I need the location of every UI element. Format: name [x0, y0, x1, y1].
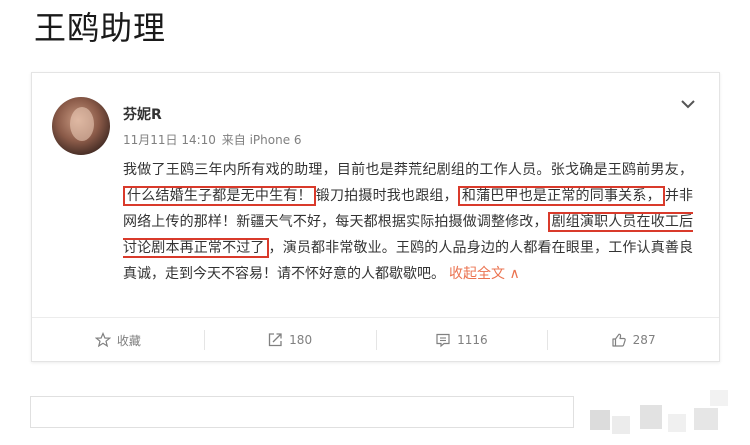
watermark-block — [694, 408, 718, 430]
star-icon — [94, 332, 111, 348]
avatar[interactable] — [52, 97, 110, 155]
favorite-button[interactable]: 收藏 — [32, 318, 204, 362]
action-bar: 收藏 180 1116 287 — [32, 318, 719, 362]
repost-icon — [269, 333, 282, 347]
highlighted-phrase: 什么结婚生子都是无中生有！ — [123, 186, 316, 206]
author-name[interactable]: 芬妮R — [123, 104, 162, 124]
repost-button[interactable]: 180 — [203, 318, 376, 362]
like-button[interactable]: 287 — [547, 318, 719, 362]
watermark-block — [640, 405, 662, 429]
post-text-segment: 锻刀拍摄时我也跟组， — [315, 188, 458, 204]
comment-count: 1116 — [457, 333, 488, 347]
comment-icon — [436, 333, 450, 348]
thumbs-up-icon — [612, 333, 626, 347]
post-meta: 11月11日 14:10 来自 iPhone 6 — [123, 131, 302, 148]
post-source: 来自 iPhone 6 — [221, 133, 302, 147]
chevron-down-icon[interactable] — [679, 95, 697, 113]
bottom-input-bar[interactable] — [30, 396, 574, 428]
weibo-post-card: 芬妮R 11月11日 14:10 来自 iPhone 6 我做了王鸥三年内所有戏… — [31, 72, 720, 362]
watermark-block — [612, 416, 630, 434]
highlighted-phrase: 和蒲巴甲也是正常的同事关系， — [457, 186, 665, 206]
watermark-block — [590, 410, 610, 430]
post-text: 我做了王鸥三年内所有戏的助理，目前也是莽荒纪剧组的工作人员。张戈确是王鸥前男友，… — [123, 157, 693, 287]
like-count: 287 — [632, 333, 656, 347]
watermark-block — [668, 414, 686, 432]
watermark-block — [710, 390, 728, 406]
post-text-segment: 我做了王鸥三年内所有戏的助理，目前也是莽荒纪剧组的工作人员。张戈确是王鸥前男友， — [123, 162, 693, 178]
collapse-text-link[interactable]: 收起全文 ∧ — [449, 266, 520, 282]
page-title: 王鸥助理 — [34, 9, 167, 47]
post-timestamp[interactable]: 11月11日 14:10 — [123, 133, 216, 147]
comment-button[interactable]: 1116 — [375, 318, 548, 362]
favorite-label: 收藏 — [116, 333, 141, 348]
repost-count: 180 — [289, 333, 313, 347]
